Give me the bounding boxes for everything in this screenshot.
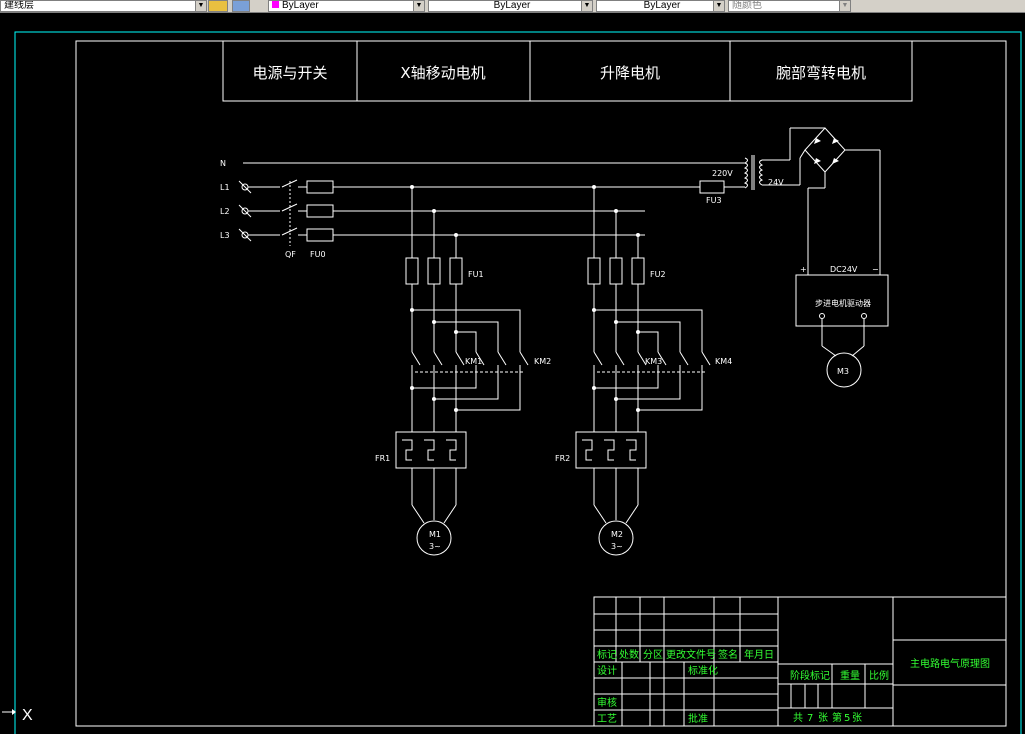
lineweight-combo-value: ByLayer [643, 0, 681, 11]
properties-toolbar: 建线层 ▼ ByLayer ▼ ByLayer ▼ ByLayer ▼ 随颜色 … [0, 0, 1025, 13]
line-label-n: N [220, 159, 226, 168]
line-label-l2: L2 [220, 207, 230, 216]
hdr-zone: 分区 [643, 649, 663, 661]
scale-label: 比例 [869, 669, 889, 682]
plotstyle-combo[interactable]: 随颜色 ▼ [728, 0, 851, 12]
contactor-3-label: KM3 [645, 357, 662, 366]
sheet-number: 5 [844, 713, 850, 724]
design-label: 设计 [597, 664, 617, 677]
breaker-label: QF [285, 250, 296, 259]
lineweight-combo[interactable]: ByLayer ▼ [596, 0, 725, 12]
chevron-down-icon[interactable]: ▼ [413, 1, 424, 11]
transformer-primary-label: 220V [712, 169, 733, 178]
dc-supply-label: DC24V [830, 265, 858, 274]
layer-combo[interactable]: 建线层 ▼ [0, 0, 207, 12]
chevron-down-icon[interactable]: ▼ [839, 1, 850, 11]
section-x-axis: X轴移动电机 [400, 64, 485, 82]
sheet-label: 第 [832, 711, 842, 724]
fuse-1-label: FU1 [468, 270, 484, 279]
contactor-4-label: KM4 [715, 357, 732, 366]
line-label-l3: L3 [220, 231, 230, 240]
power-bus: N L1 L2 L3 QF FU0 FU3 220V [220, 159, 745, 259]
total-sheets: 7 [807, 713, 813, 724]
sheet-unit-2: 张 [852, 712, 862, 724]
process-label: 工艺 [597, 713, 617, 725]
color-combo[interactable]: ByLayer ▼ [268, 0, 425, 12]
plotstyle-combo-value: 随颜色 [732, 0, 762, 11]
drawing-canvas[interactable]: 电源与开关 X轴移动电机 升降电机 腕部弯转电机 N L1 L2 L3 QF F… [0, 13, 1025, 734]
contactor-1-label: KM1 [465, 357, 482, 366]
motor-1-label: M1 [429, 530, 441, 539]
linetype-combo-value: ByLayer [493, 0, 531, 11]
hdr-count: 处数 [619, 648, 639, 661]
fuse-3-label: FU3 [706, 196, 722, 205]
chevron-down-icon[interactable]: ▼ [195, 1, 206, 11]
section-lift: 升降电机 [600, 64, 660, 82]
wrist-drive-circuit: 24V + DC24V − 步进电机驱动器 M3 [743, 127, 889, 388]
color-swatch-icon [272, 1, 279, 8]
total-label: 共 [793, 712, 803, 724]
relay-2-label: FR2 [555, 454, 570, 463]
section-power: 电源与开关 [252, 64, 327, 82]
ucs-x-label: X [22, 707, 33, 724]
driver-label: 步进电机驱动器 [815, 298, 871, 308]
stage-mark-label: 阶段标记 [790, 669, 830, 682]
fuse-main-label: FU0 [310, 250, 326, 259]
approval-label: 批准 [688, 712, 708, 725]
sheet-unit: 张 [818, 712, 828, 724]
contactor-2-label: KM2 [534, 357, 551, 366]
section-header-table: 电源与开关 X轴移动电机 升降电机 腕部弯转电机 [222, 40, 913, 102]
ucs-icon: X [2, 707, 33, 724]
section-wrist: 腕部弯转电机 [776, 64, 866, 82]
standardization-label: 标准化 [688, 664, 718, 677]
weight-label: 重量 [840, 669, 860, 682]
x-axis-motor-branch: FU1 KM1 KM2 FR1 M1 3~ [375, 185, 551, 556]
lift-motor-branch: FU2 KM3 KM4 FR2 M2 3~ [555, 185, 732, 556]
dc-minus-label: − [872, 265, 879, 274]
layer-tools-icon[interactable] [208, 0, 228, 12]
title-block: 标记 处数 分区 更改文件号 签名 年月日 设计 标准化 审核 工艺 批准 阶段… [593, 596, 1007, 727]
layer-combo-value: 建线层 [4, 0, 34, 11]
linetype-combo[interactable]: ByLayer ▼ [428, 0, 593, 12]
motor-2-phase: 3~ [611, 542, 623, 551]
drawing-frame [75, 40, 1007, 727]
hdr-change-doc: 更改文件号 [666, 648, 716, 661]
hdr-date: 年月日 [744, 648, 774, 661]
chevron-down-icon[interactable]: ▼ [581, 1, 592, 11]
paper-border [14, 31, 1022, 734]
drawing-title: 主电路电气原理图 [910, 657, 990, 670]
fuse-2-label: FU2 [650, 270, 666, 279]
hdr-mark: 标记 [597, 649, 617, 661]
motor-3-label: M3 [837, 367, 849, 376]
motor-2-label: M2 [611, 530, 623, 539]
motor-1-phase: 3~ [429, 542, 441, 551]
review-label: 审核 [597, 696, 617, 709]
line-label-l1: L1 [220, 183, 230, 192]
transformer-secondary-label: 24V [768, 178, 784, 187]
relay-1-label: FR1 [375, 454, 390, 463]
match-layer-icon[interactable] [232, 0, 250, 12]
hdr-signature: 签名 [718, 648, 738, 661]
chevron-down-icon[interactable]: ▼ [713, 1, 724, 11]
color-combo-value: ByLayer [282, 0, 319, 11]
dc-plus-label: + [800, 265, 807, 274]
